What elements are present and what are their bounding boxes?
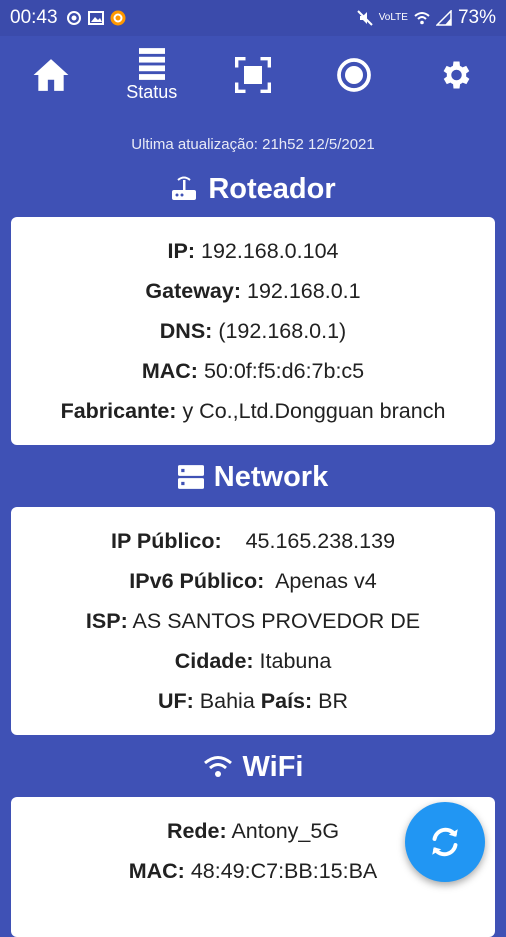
radar-icon xyxy=(337,58,372,92)
router-section-title: Roteador xyxy=(0,169,506,209)
system-status-bar: 00:43 VoLTE 73% xyxy=(0,0,506,36)
router-card: IP: 192.168.0.104 Gateway: 192.168.0.1 D… xyxy=(11,217,495,445)
refresh-icon xyxy=(432,827,458,857)
battery-level: 73% xyxy=(457,7,496,28)
at-sign-icon xyxy=(66,11,81,25)
nav-radar[interactable] xyxy=(314,40,394,110)
nav-home[interactable] xyxy=(11,40,91,110)
scan-icon xyxy=(234,57,271,93)
nav-status[interactable]: Status xyxy=(112,40,192,110)
network-card: IP Público: 45.165.238.139 IPv6 Público:… xyxy=(11,507,495,735)
router-gateway-row: Gateway: 192.168.0.1 xyxy=(145,279,361,303)
gear-icon xyxy=(443,61,470,89)
server-icon xyxy=(177,465,204,489)
top-nav-bar: Status xyxy=(0,36,506,114)
refresh-button[interactable] xyxy=(405,802,485,882)
router-mac-row: MAC: 50:0f:f5:d6:7b:c5 xyxy=(141,359,365,383)
wifi-section-title: WiFi xyxy=(0,745,506,789)
volte-label: VoLTE xyxy=(378,12,408,23)
nav-status-label: Status xyxy=(126,81,178,102)
last-update-text: Ultima atualização: 21h52 12/5/2021 xyxy=(131,136,375,153)
public-ip-row: IP Público: 45.165.238.139 xyxy=(110,529,396,553)
home-icon xyxy=(33,59,69,91)
router-title: Roteador xyxy=(208,172,336,205)
status-content: Ultima atualização: 21h52 12/5/2021 Rote… xyxy=(0,114,506,937)
status-icon xyxy=(138,47,165,80)
image-icon xyxy=(87,11,104,25)
router-dns-row: DNS: (192.168.0.1) xyxy=(159,319,347,343)
nav-settings[interactable] xyxy=(415,40,495,110)
state-country-row: UF: Bahia País: BR xyxy=(157,689,349,713)
router-manufacturer-row: Fabricante: y Co.,Ltd.Dongguan branch xyxy=(60,399,446,423)
router-icon xyxy=(172,176,197,200)
network-section-title: Network xyxy=(0,455,506,499)
wifi-signal-icon xyxy=(414,12,430,25)
wifi-title: WiFi xyxy=(242,750,304,783)
mute-icon xyxy=(356,10,373,26)
notification-app-icon xyxy=(110,10,126,26)
nav-scan[interactable] xyxy=(213,40,293,110)
cell-signal-icon xyxy=(435,10,452,26)
wifi-icon xyxy=(203,756,232,777)
isp-row: ISP: AS SANTOS PROVEDOR DE xyxy=(85,609,421,633)
public-ipv6-row: IPv6 Público: Apenas v4 xyxy=(129,569,377,593)
network-title: Network xyxy=(213,460,329,493)
clock: 00:43 xyxy=(10,7,58,28)
city-row: Cidade: Itabuna xyxy=(174,649,332,673)
router-ip-row: IP: 192.168.0.104 xyxy=(167,239,339,263)
